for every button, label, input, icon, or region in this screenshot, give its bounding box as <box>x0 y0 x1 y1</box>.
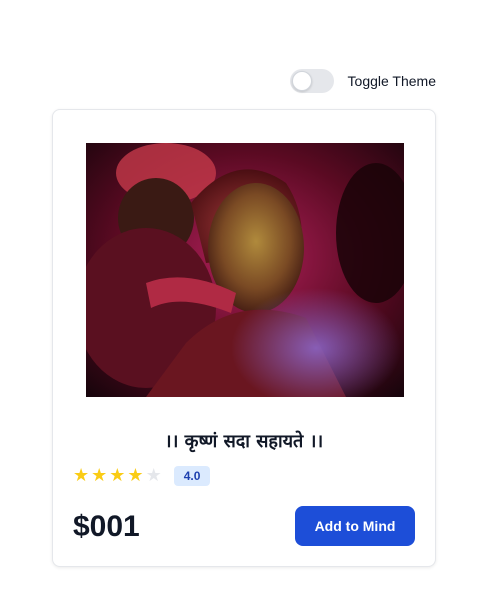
star-filled-icon: ★ <box>109 465 126 486</box>
star-filled-icon: ★ <box>127 465 144 486</box>
theme-toggle-knob <box>291 71 312 91</box>
product-price: $001 <box>73 510 140 543</box>
holi-portrait-image <box>86 143 404 397</box>
product-image <box>86 143 404 397</box>
product-card: ।। कृष्णं सदा सहायते ।। ★ ★ ★ ★ ★ 4.0 $001 A… <box>52 109 436 567</box>
star-rating: ★ ★ ★ ★ ★ <box>73 466 162 486</box>
rating-row: ★ ★ ★ ★ ★ 4.0 <box>73 466 211 486</box>
add-to-mind-button[interactable]: Add to Mind <box>295 506 415 546</box>
theme-toggle-row: Toggle Theme <box>289 69 436 93</box>
product-title: ।। कृष्णं सदा सहायते ।। <box>164 431 324 452</box>
star-empty-icon: ★ <box>145 465 162 486</box>
rating-badge: 4.0 <box>173 466 211 486</box>
star-filled-icon: ★ <box>91 465 108 486</box>
theme-toggle-label: Toggle Theme <box>347 73 436 89</box>
theme-toggle-switch[interactable] <box>289 69 334 93</box>
star-filled-icon: ★ <box>73 465 90 486</box>
